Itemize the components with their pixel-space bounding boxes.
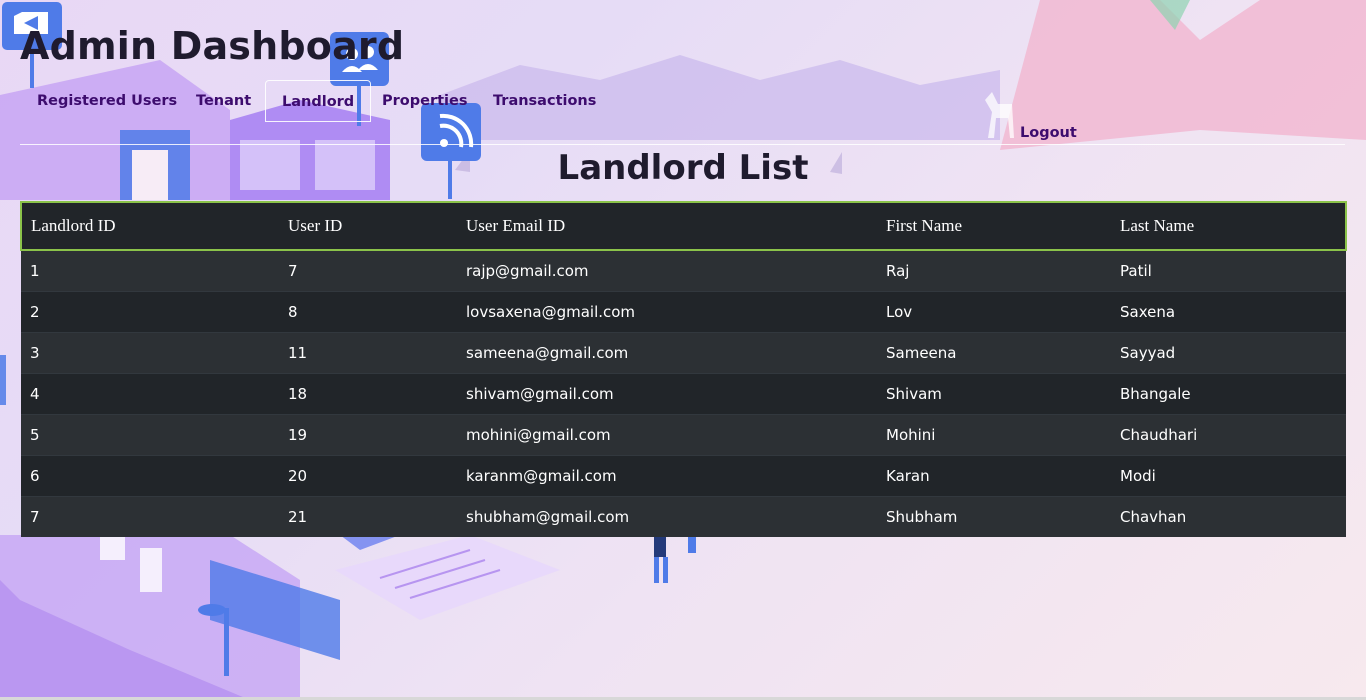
page-title: Landlord List — [557, 148, 809, 188]
cell-email: sameena@gmail.com — [457, 332, 877, 374]
cell-landlord-id: 3 — [21, 332, 279, 374]
tab-tenant[interactable]: Tenant — [180, 80, 267, 122]
main-nav: Registered Users Tenant Landlord Propert… — [20, 80, 1345, 145]
cell-user-id: 18 — [279, 373, 457, 415]
cell-last-name: Modi — [1111, 455, 1346, 497]
cell-last-name: Chavhan — [1111, 496, 1346, 537]
cell-user-id: 21 — [279, 496, 457, 537]
cell-email: lovsaxena@gmail.com — [457, 291, 877, 333]
cell-email: mohini@gmail.com — [457, 414, 877, 456]
cell-first-name: Lov — [877, 291, 1111, 333]
table-row: 5 19 mohini@gmail.com Mohini Chaudhari — [21, 414, 1346, 456]
table-row: 1 7 rajp@gmail.com Raj Patil — [21, 249, 1346, 292]
tab-registered-users[interactable]: Registered Users — [21, 80, 193, 122]
cell-landlord-id: 2 — [21, 291, 279, 333]
cell-first-name: Raj — [877, 249, 1111, 292]
table-row: 3 11 sameena@gmail.com Sameena Sayyad — [21, 332, 1346, 374]
cell-landlord-id: 6 — [21, 455, 279, 497]
cell-first-name: Sameena — [877, 332, 1111, 374]
column-header-user-email-id: User Email ID — [457, 201, 877, 251]
logout-link[interactable]: Logout — [1020, 122, 1077, 144]
cell-landlord-id: 7 — [21, 496, 279, 537]
column-header-user-id: User ID — [279, 201, 457, 251]
cell-user-id: 11 — [279, 332, 457, 374]
tab-properties[interactable]: Properties — [366, 80, 483, 122]
cell-first-name: Mohini — [877, 414, 1111, 456]
cell-last-name: Saxena — [1111, 291, 1346, 333]
cell-landlord-id: 4 — [21, 373, 279, 415]
cell-email: rajp@gmail.com — [457, 249, 877, 292]
cell-user-id: 20 — [279, 455, 457, 497]
column-header-landlord-id: Landlord ID — [20, 201, 279, 251]
cell-email: shivam@gmail.com — [457, 373, 877, 415]
tab-transactions[interactable]: Transactions — [477, 80, 612, 122]
table-row: 2 8 lovsaxena@gmail.com Lov Saxena — [21, 291, 1346, 333]
landlord-table: Landlord ID User ID User Email ID First … — [20, 201, 1347, 537]
column-header-last-name: Last Name — [1111, 201, 1347, 251]
app-title: Admin Dashboard — [20, 24, 405, 68]
table-row: 7 21 shubham@gmail.com Shubham Chavhan — [21, 496, 1346, 537]
cell-first-name: Karan — [877, 455, 1111, 497]
cell-first-name: Shivam — [877, 373, 1111, 415]
cell-last-name: Patil — [1111, 249, 1346, 292]
table-row: 6 20 karanm@gmail.com Karan Modi — [21, 455, 1346, 497]
cell-landlord-id: 5 — [21, 414, 279, 456]
table-row: 4 18 shivam@gmail.com Shivam Bhangale — [21, 373, 1346, 415]
landlord-table-container: Landlord ID User ID User Email ID First … — [20, 201, 1347, 537]
cell-user-id: 19 — [279, 414, 457, 456]
cell-email: karanm@gmail.com — [457, 455, 877, 497]
cell-last-name: Chaudhari — [1111, 414, 1346, 456]
table-header-row: Landlord ID User ID User Email ID First … — [20, 201, 1347, 251]
cell-user-id: 8 — [279, 291, 457, 333]
cell-last-name: Sayyad — [1111, 332, 1346, 374]
cell-first-name: Shubham — [877, 496, 1111, 537]
cell-email: shubham@gmail.com — [457, 496, 877, 537]
cell-user-id: 7 — [279, 249, 457, 292]
column-header-first-name: First Name — [877, 201, 1111, 251]
cell-last-name: Bhangale — [1111, 373, 1346, 415]
tab-landlord[interactable]: Landlord — [265, 80, 372, 122]
cell-landlord-id: 1 — [21, 249, 279, 292]
